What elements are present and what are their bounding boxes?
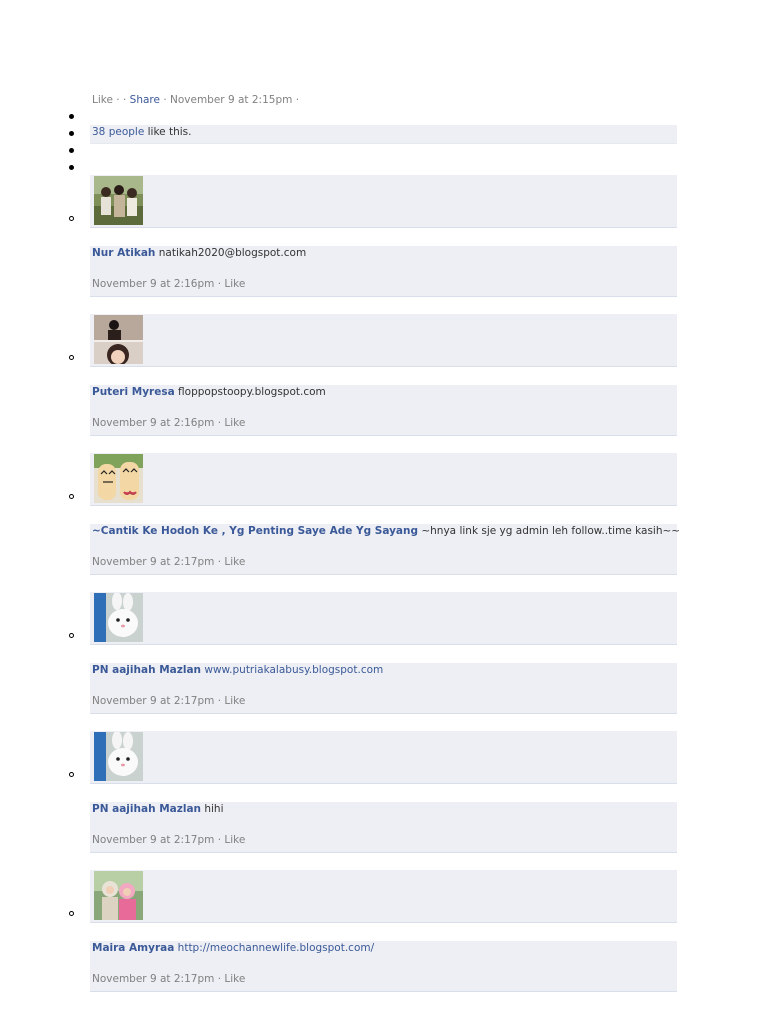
separator-dot: · (295, 94, 300, 106)
share-link[interactable]: Share (130, 94, 160, 106)
comment-author-link[interactable]: Puteri Myresa (92, 386, 175, 398)
comment-url-link[interactable]: http://meochannewlife.blogspot.com/ (178, 942, 374, 954)
likes-suffix: like this. (147, 126, 192, 138)
comment-timestamp: November 9 at 2:17pm (92, 556, 215, 568)
list-bullet (69, 148, 74, 153)
separator-dot: · (217, 556, 222, 568)
separator-dot: · (217, 834, 222, 846)
comment-author-link[interactable]: Nur Atikah (92, 247, 155, 259)
comment-bullet (69, 633, 74, 638)
comment-item: ~Cantik Ke Hodoh Ke , Yg Penting Saye Ad… (90, 524, 681, 575)
comment-like-link[interactable]: Like (224, 278, 245, 290)
comment-timestamp: November 9 at 2:16pm (92, 278, 215, 290)
comment-bullet (69, 911, 74, 916)
comment-author-link[interactable]: PN aajihah Mazlan (92, 664, 201, 676)
comment-timestamp: November 9 at 2:17pm (92, 695, 215, 707)
like-link[interactable]: Like (92, 94, 113, 106)
comment-avatar-row (90, 870, 677, 923)
comment-bullet (69, 216, 74, 221)
comment-author-link[interactable]: PN aajihah Mazlan (92, 803, 201, 815)
list-bullet (69, 114, 74, 119)
separator-dot: · (163, 94, 167, 106)
avatar-photo-girl-icon[interactable] (94, 315, 143, 364)
comment-bullet (69, 355, 74, 360)
avatar-photo-group-icon[interactable] (94, 176, 143, 225)
comment-like-link[interactable]: Like (224, 695, 245, 707)
avatar-rabbit-icon[interactable] (94, 593, 143, 642)
comment-item: Maira Amyraa http://meochannewlife.blogs… (90, 941, 677, 992)
comment-avatar-row (90, 731, 677, 784)
separator-dot: · (217, 695, 222, 707)
comment-avatar-row (90, 314, 677, 367)
comment-text: hihi (204, 803, 224, 815)
comment-text: floppopstoopy.blogspot.com (178, 386, 326, 398)
separator-dot: · (217, 278, 222, 290)
comment-timestamp: November 9 at 2:17pm (92, 834, 215, 846)
comment-avatar-row (90, 453, 677, 506)
comment-text: ~hnya link sje yg admin leh follow..time… (421, 525, 681, 537)
likes-count-link[interactable]: 38 people (92, 126, 144, 138)
separator-dot: · (217, 973, 222, 985)
comment-like-link[interactable]: Like (224, 834, 245, 846)
comment-item: Nur Atikah natikah2020@blogspot.com Nove… (90, 246, 677, 297)
comment-like-link[interactable]: Like (224, 417, 245, 429)
comment-bullet (69, 772, 74, 777)
comment-item: Puteri Myresa floppopstoopy.blogspot.com… (90, 385, 677, 436)
post-action-bar: Like · · Share · November 9 at 2:15pm · (92, 94, 299, 106)
likes-summary: 38 people like this. (90, 125, 677, 144)
comment-bullet (69, 494, 74, 499)
comment-author-link[interactable]: Maira Amyraa (92, 942, 174, 954)
separator-dot: · (122, 94, 127, 106)
comment-timestamp: November 9 at 2:17pm (92, 973, 215, 985)
comment-author-link[interactable]: ~Cantik Ke Hodoh Ke , Yg Penting Saye Ad… (92, 525, 418, 537)
comment-timestamp: November 9 at 2:16pm (92, 417, 215, 429)
separator-dot: · (116, 94, 120, 106)
separator-dot: · (217, 417, 222, 429)
avatar-rabbit-icon[interactable] (94, 732, 143, 781)
list-bullet (69, 131, 74, 136)
post-timestamp: November 9 at 2:15pm (170, 94, 293, 106)
comment-like-link[interactable]: Like (224, 556, 245, 568)
comment-avatar-row (90, 175, 677, 228)
avatar-photo-couple-icon[interactable] (94, 871, 143, 920)
avatar-finger-faces-icon[interactable] (94, 454, 143, 503)
comment-like-link[interactable]: Like (224, 973, 245, 985)
comment-item: PN aajihah Mazlan hihi November 9 at 2:1… (90, 802, 677, 853)
list-bullet (69, 165, 74, 170)
comment-item: PN aajihah Mazlan www.putriakalabusy.blo… (90, 663, 677, 714)
comment-url-link[interactable]: www.putriakalabusy.blogspot.com (204, 664, 383, 676)
comment-avatar-row (90, 592, 677, 645)
comment-text: natikah2020@blogspot.com (158, 247, 307, 259)
